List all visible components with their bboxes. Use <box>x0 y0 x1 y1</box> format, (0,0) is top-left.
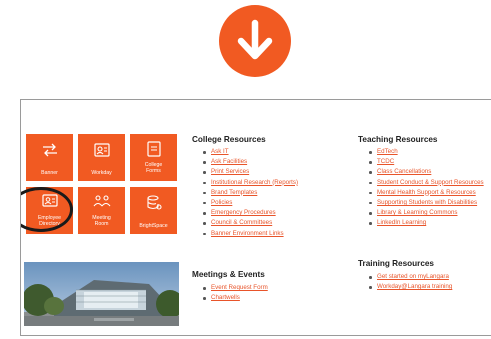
college-resources-list: Ask IT Ask Facilities Print Services Ins… <box>202 147 298 239</box>
tile-banner[interactable]: Banner <box>26 134 73 181</box>
id-card-icon <box>93 143 110 157</box>
link-linkedin-learning[interactable]: LinkedIn Learning <box>368 218 484 228</box>
link-edtech[interactable]: EdTech <box>368 147 484 157</box>
arrow-right-left-icon <box>42 143 57 157</box>
link-print-services[interactable]: Print Services <box>202 167 298 177</box>
link-institutional-research[interactable]: Institutional Research (Reports) <box>202 178 298 188</box>
campus-photo <box>24 262 179 326</box>
link-ask-it[interactable]: Ask IT <box>202 147 298 157</box>
link-get-started-mylangara[interactable]: Get started on myLangara <box>368 272 452 282</box>
link-workday-training[interactable]: Workday@Langara training <box>368 282 452 292</box>
link-student-conduct[interactable]: Student Conduct & Support Resources <box>368 178 484 188</box>
meetings-events-heading: Meetings & Events <box>192 270 265 279</box>
people-icon <box>93 195 110 207</box>
link-library-learning[interactable]: Library & Learning Commons <box>368 208 484 218</box>
tile-label: Workday <box>91 170 112 176</box>
teaching-resources-heading: Teaching Resources <box>358 135 438 144</box>
link-event-request-form[interactable]: Event Request Form <box>202 283 268 293</box>
link-chartwells[interactable]: Chartwells <box>202 293 268 303</box>
tile-label: College Forms <box>144 162 163 174</box>
link-council-committees[interactable]: Council & Committees <box>202 218 298 228</box>
meetings-events-list: Event Request Form Chartwells <box>202 283 268 303</box>
link-emergency-procedures[interactable]: Emergency Procedures <box>202 208 298 218</box>
link-policies[interactable]: Policies <box>202 198 298 208</box>
tile-label: Meeting Room <box>92 215 111 227</box>
link-ask-facilities[interactable]: Ask Facilities <box>202 157 298 167</box>
intranet-panel: Banner Workday College Forms Employee Di… <box>20 99 491 336</box>
download-arrow-badge <box>219 5 291 77</box>
tile-label: Banner <box>41 170 58 176</box>
link-mental-health[interactable]: Mental Health Support & Resources <box>368 188 484 198</box>
tile-brightspace[interactable]: BrightSpace <box>130 187 177 234</box>
document-icon <box>146 141 161 157</box>
college-resources-heading: College Resources <box>192 135 266 144</box>
training-resources-list: Get started on myLangara Workday@Langara… <box>368 272 452 292</box>
link-class-cancellations[interactable]: Class Cancellations <box>368 167 484 177</box>
database-gear-icon <box>146 195 162 210</box>
arrow-down-icon <box>237 19 273 60</box>
link-banner-environment[interactable]: Banner Environment Links <box>202 229 298 239</box>
tile-meeting-room[interactable]: Meeting Room <box>78 187 125 234</box>
tile-college-forms[interactable]: College Forms <box>130 134 177 181</box>
tile-label: BrightSpace <box>139 223 168 229</box>
tile-workday[interactable]: Workday <box>78 134 125 181</box>
link-brand-templates[interactable]: Brand Templates <box>202 188 298 198</box>
training-resources-heading: Training Resources <box>358 259 434 268</box>
link-tcdc[interactable]: TCDC <box>368 157 484 167</box>
teaching-resources-list: EdTech TCDC Class Cancellations Student … <box>368 147 484 229</box>
link-supporting-students[interactable]: Supporting Students with Disabilities <box>368 198 484 208</box>
